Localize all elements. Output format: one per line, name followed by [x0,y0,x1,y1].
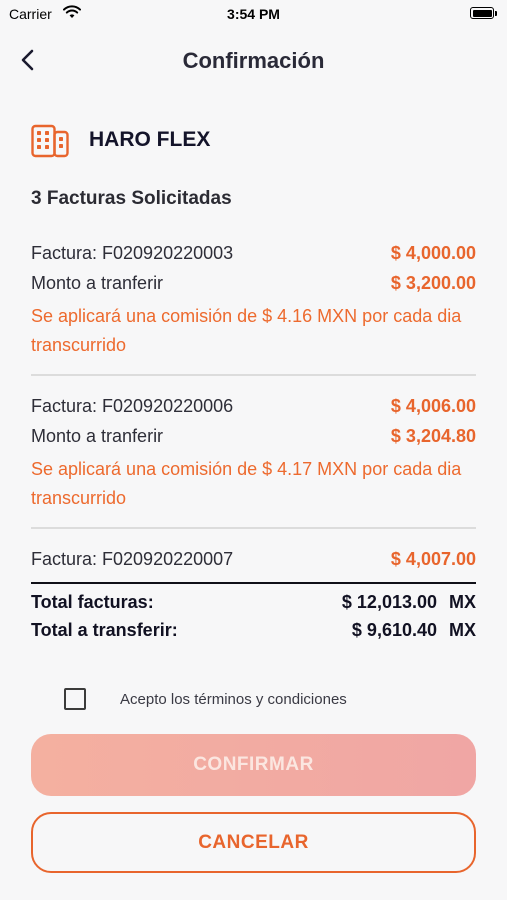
invoice-number: Factura: F020920220007 [31,549,234,569]
invoice-count: 3 Facturas Solicitadas [31,188,232,209]
invoice-row: Factura: F020920220003 $ 4,000.00 [31,240,476,270]
battery-cap [495,11,497,16]
transfer-label: Monto a tranferir [31,426,164,446]
page-title: Confirmación [182,48,325,73]
confirm-button[interactable]: CONFIRMAR [31,734,476,796]
invoice-amount: $ 4,000.00 [390,243,476,263]
total-transfer-row: Total a transferir: $ 9,610.40 MX [31,620,476,648]
company-name: HARO FLEX [89,128,211,151]
status-bar: Carrier 3:54 PM [0,0,507,28]
total-invoices-row: Total facturas: $ 12,013.00 MX [31,592,476,620]
transfer-amount: $ 3,204.80 [390,426,476,446]
nav-bar: Confirmación [0,38,507,82]
clock: 3:54 PM [227,6,280,22]
invoice-amount: $ 4,006.00 [390,396,476,416]
invoice-item: Factura: F020920220006 $ 4,006.00 Monto … [31,393,476,513]
divider [31,527,476,529]
cancel-button[interactable]: CANCELAR [31,812,476,873]
invoice-number: Factura: F020920220003 [31,243,234,263]
currency-label: MX [449,592,476,612]
invoice-item: Factura: F020920220007 $ 4,007.00 [31,546,476,576]
terms-label[interactable]: Acepto los términos y condiciones [120,691,347,708]
invoice-row: Factura: F020920220006 $ 4,006.00 [31,393,476,423]
totals-section: Total facturas: $ 12,013.00 MX Total a tr… [31,592,476,648]
total-invoices-label: Total facturas: [31,592,154,612]
building-icon [31,120,69,158]
commission-notice: Se aplicará una comisión de $ 4.16 MXN p… [31,306,462,355]
total-invoices-value: $ 12,013.00 MX [341,592,476,612]
total-transfer-label: Total a transferir: [31,620,178,640]
invoice-row: Factura: F020920220007 $ 4,007.00 [31,546,476,576]
invoice-item: Factura: F020920220003 $ 4,000.00 Monto … [31,240,476,360]
invoice-number: Factura: F020920220006 [31,396,234,416]
terms-checkbox[interactable] [64,688,86,710]
invoice-amount: $ 4,007.00 [390,549,476,569]
battery-icon [470,7,494,19]
transfer-row: Monto a tranferir $ 3,200.00 [31,270,476,300]
divider [31,374,476,376]
total-transfer-value: $ 9,610.40 MX [351,620,476,640]
currency-label: MX [449,620,476,640]
transfer-amount: $ 3,200.00 [390,273,476,293]
commission-notice: Se aplicará una comisión de $ 4.17 MXN p… [31,459,462,508]
transfer-label: Monto a tranferir [31,273,164,293]
totals-divider [31,582,476,584]
transfer-row: Monto a tranferir $ 3,204.80 [31,423,476,453]
